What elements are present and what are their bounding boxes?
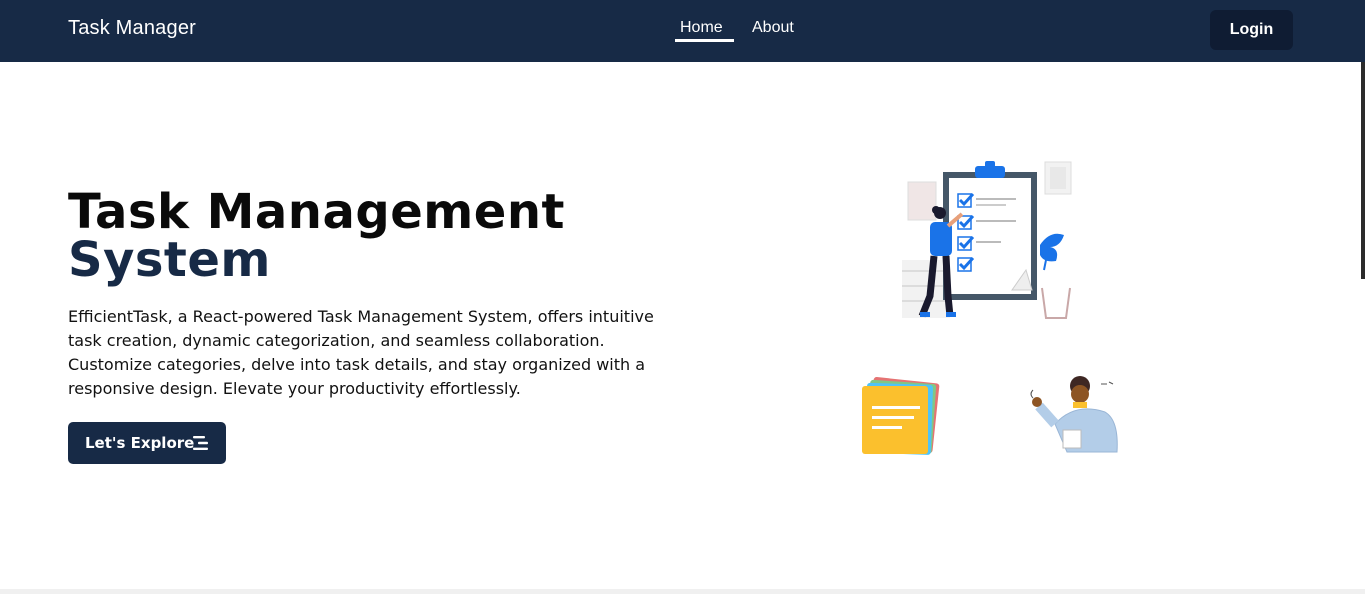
hero-title-line2: System bbox=[68, 232, 271, 288]
nav-link-about[interactable]: About bbox=[752, 19, 794, 37]
page-scrollbar[interactable] bbox=[1361, 62, 1365, 279]
menu-icon bbox=[193, 436, 208, 450]
nav-link-home[interactable]: Home bbox=[680, 19, 723, 37]
explore-button-label: Let's Explore bbox=[85, 434, 195, 452]
lets-explore-button[interactable]: Let's Explore bbox=[68, 422, 226, 464]
checklist-illustration bbox=[902, 161, 1072, 319]
brand-title[interactable]: Task Manager bbox=[68, 17, 196, 40]
login-button[interactable]: Login bbox=[1210, 10, 1293, 50]
hero-description: EfficientTask, a React-powered Task Mana… bbox=[68, 307, 654, 398]
active-link-underline bbox=[675, 39, 734, 42]
sticky-notes-illustration bbox=[862, 377, 940, 455]
footer-divider bbox=[0, 589, 1365, 594]
navbar: Task Manager Home About Login bbox=[0, 0, 1365, 62]
person-pointing-illustration bbox=[1030, 376, 1118, 453]
